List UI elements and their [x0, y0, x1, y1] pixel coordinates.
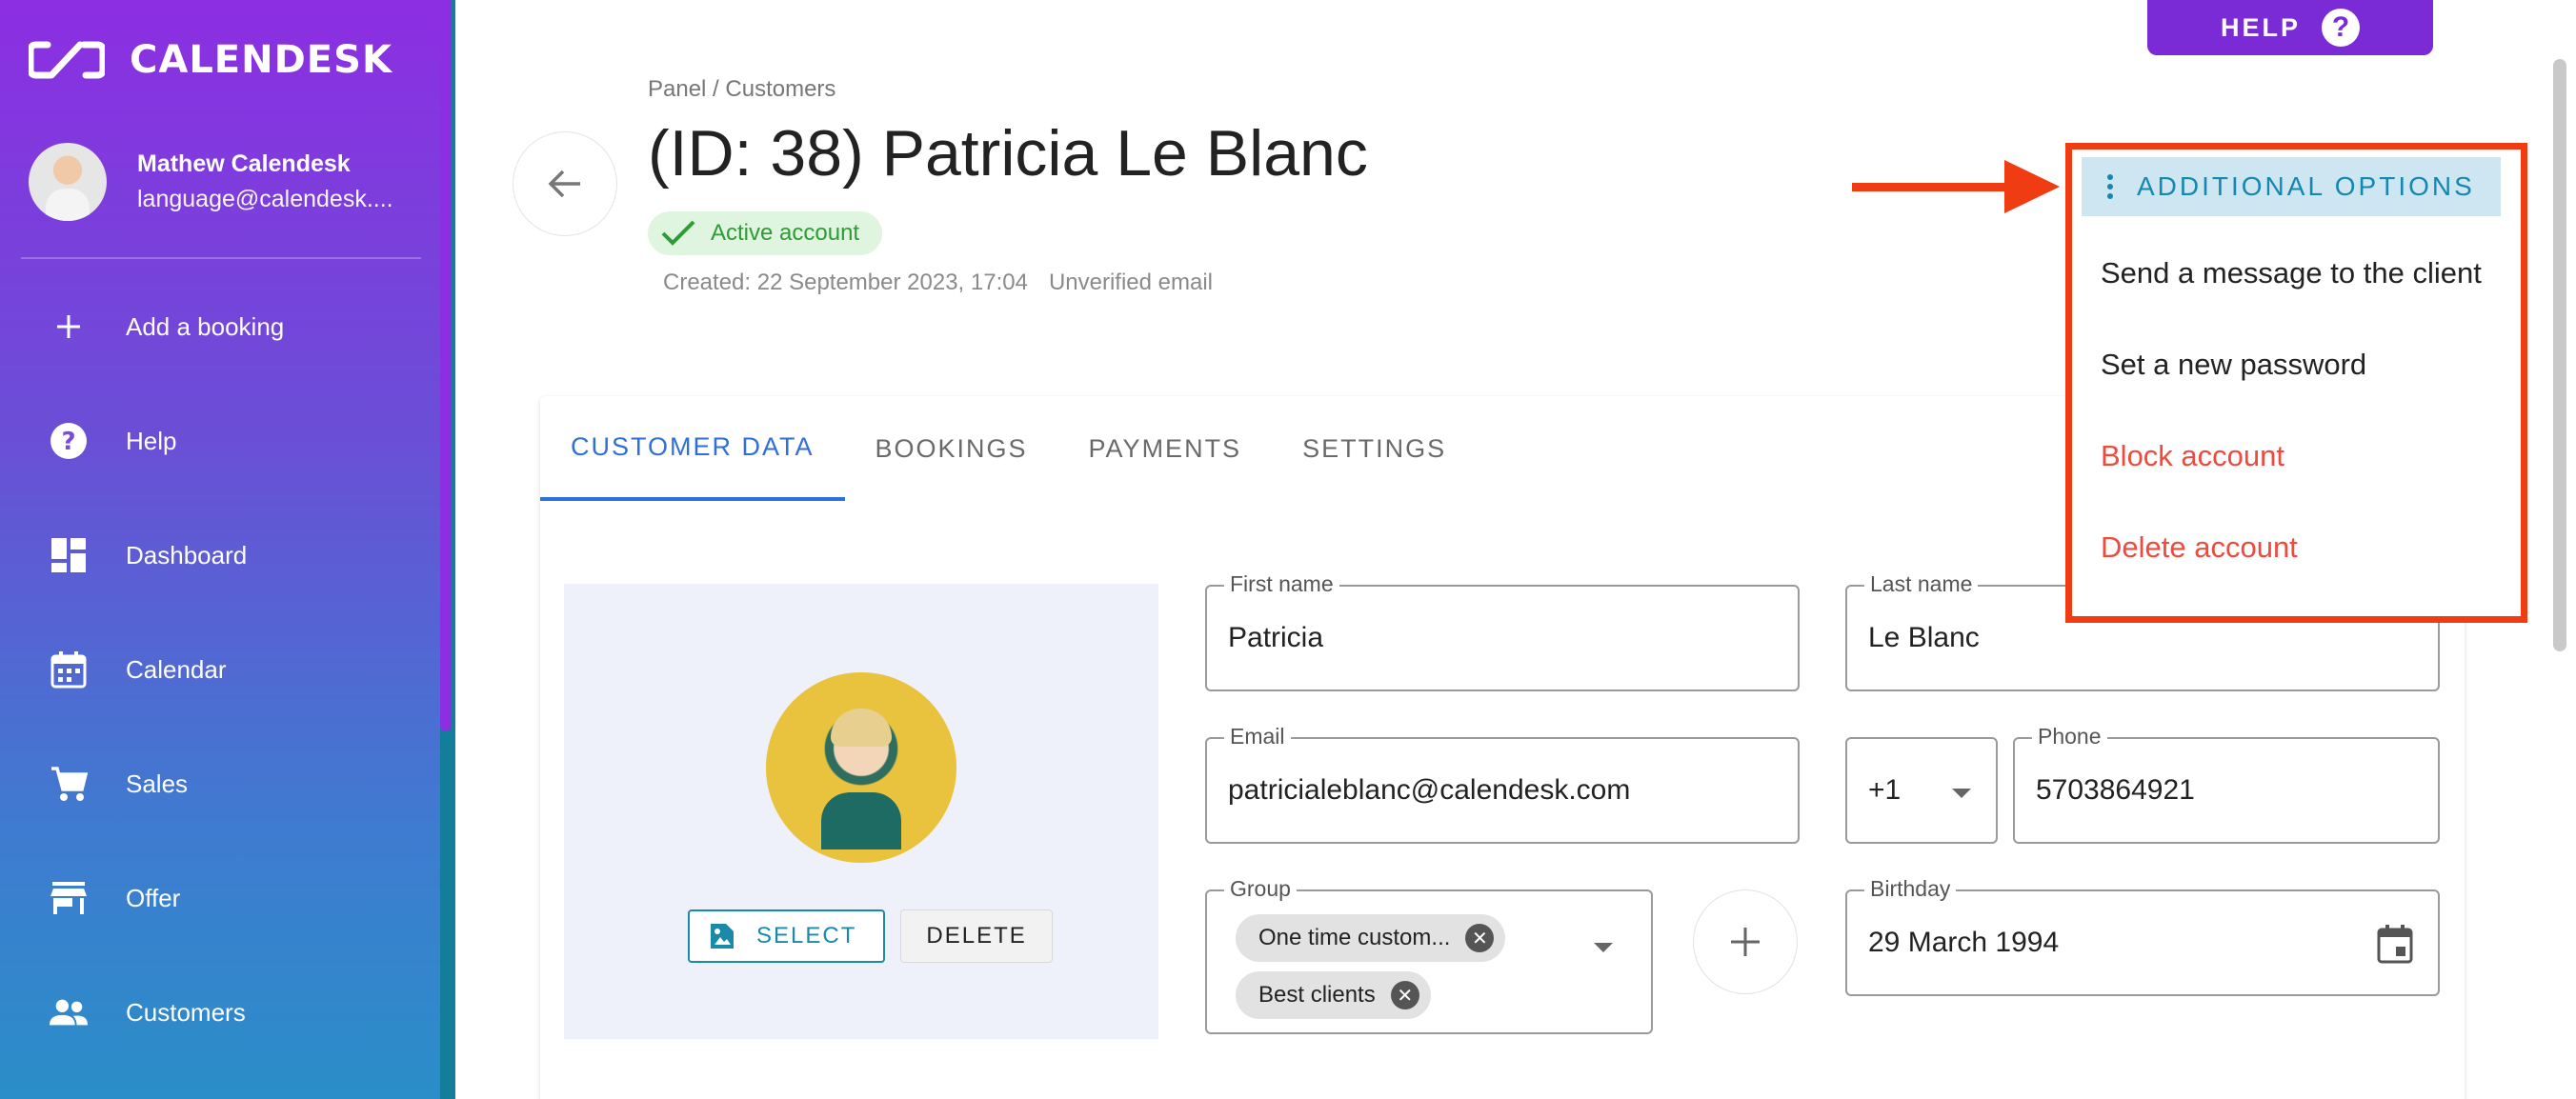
- additional-options-label: ADDITIONAL OPTIONS: [2137, 171, 2475, 201]
- customer-avatar: [766, 672, 956, 863]
- chevron-down-icon: [1952, 789, 1971, 798]
- created-date: Created: 22 September 2023, 17:04: [663, 270, 1028, 295]
- user-email: language@calendesk....: [137, 186, 393, 212]
- arrow-left-icon: [548, 170, 580, 198]
- sidebar-item-offer[interactable]: Offer: [0, 841, 440, 955]
- sidebar-item-help[interactable]: ? Help: [0, 384, 440, 498]
- phone-code-select[interactable]: +1: [1845, 737, 1998, 844]
- first-name-field[interactable]: First name Patricia: [1205, 571, 1800, 691]
- tab-settings[interactable]: SETTINGS: [1272, 396, 1477, 501]
- plus-icon: [50, 308, 88, 346]
- email-field[interactable]: Email patricialeblanc@calendesk.com: [1205, 724, 1800, 844]
- email-verification-status: Unverified email: [1048, 270, 1214, 295]
- svg-text:?: ?: [61, 428, 75, 456]
- add-group-button[interactable]: [1693, 889, 1798, 994]
- tab-bookings[interactable]: BOOKINGS: [845, 396, 1058, 501]
- breadcrumb: Panel / Customers: [648, 76, 836, 102]
- back-button[interactable]: [513, 131, 617, 236]
- sidebar-nav: Add a booking ? Help Dashboard Calendar …: [0, 270, 440, 1069]
- calendar-icon: [50, 650, 88, 689]
- menu-item-block-account[interactable]: Block account: [2072, 410, 2521, 502]
- menu-item-send-message[interactable]: Send a message to the client: [2072, 228, 2521, 319]
- sidebar-item-sales[interactable]: Sales: [0, 727, 440, 841]
- phone-code-value: +1: [1868, 774, 1902, 806]
- delete-photo-button[interactable]: DELETE: [900, 909, 1053, 963]
- people-icon: [50, 993, 88, 1031]
- image-upload-icon: [711, 924, 734, 949]
- birthday-input[interactable]: 29 March 1994: [1868, 891, 2059, 994]
- sidebar-item-label: Sales: [126, 769, 189, 798]
- sidebar-item-calendar[interactable]: Calendar: [0, 612, 440, 727]
- help-button-label: HELP: [2220, 12, 2301, 42]
- chevron-down-icon[interactable]: [1594, 943, 1613, 952]
- group-select[interactable]: Group One time custom... ✕ Best clients …: [1205, 876, 1653, 1034]
- annotation-arrow-icon: [1852, 160, 2060, 213]
- sidebar-item-add-booking[interactable]: Add a booking: [0, 270, 440, 384]
- cart-icon: [50, 765, 88, 803]
- page-title: (ID: 38) Patricia Le Blanc: [648, 117, 1368, 190]
- sidebar-item-label: Offer: [126, 883, 181, 912]
- calendar-icon[interactable]: [2377, 924, 2413, 964]
- tab-customer-data[interactable]: CUSTOMER DATA: [540, 396, 845, 501]
- sidebar-item-label: Help: [126, 426, 177, 455]
- last-name-input[interactable]: Le Blanc: [1868, 587, 1980, 689]
- status-label: Active account: [711, 220, 860, 246]
- sidebar-item-label: Customers: [126, 997, 246, 1027]
- select-photo-button[interactable]: SELECT: [688, 909, 886, 963]
- sidebar-item-label: Add a booking: [126, 311, 285, 341]
- select-label: SELECT: [756, 923, 857, 949]
- chip-label: One time custom...: [1258, 925, 1451, 950]
- chip-remove-icon[interactable]: ✕: [1390, 981, 1419, 1009]
- user-name: Mathew Calendesk: [137, 150, 351, 177]
- more-vertical-icon: [2107, 174, 2113, 199]
- brand-logo[interactable]: CALENDESK: [29, 38, 392, 82]
- calendesk-logo-icon: [29, 41, 105, 79]
- first-name-input[interactable]: Patricia: [1228, 587, 1323, 689]
- group-label: Group: [1224, 876, 1297, 902]
- chip-remove-icon[interactable]: ✕: [1465, 924, 1495, 952]
- sidebar-item-dashboard[interactable]: Dashboard: [0, 498, 440, 612]
- account-meta: Created: 22 September 2023, 17:04 Unveri…: [663, 270, 1213, 296]
- sidebar-item-customers[interactable]: Customers: [0, 955, 440, 1069]
- sidebar-item-label: Dashboard: [126, 540, 248, 569]
- group-chip[interactable]: One time custom... ✕: [1236, 914, 1506, 962]
- page-scrollbar[interactable]: [2553, 59, 2566, 651]
- options-list: Send a message to the client Set a new p…: [2072, 228, 2521, 593]
- status-badge: Active account: [648, 211, 883, 255]
- check-icon: [661, 220, 695, 246]
- brand-name: CALENDESK: [130, 38, 392, 82]
- menu-item-delete-account[interactable]: Delete account: [2072, 502, 2521, 593]
- photo-panel: SELECT DELETE: [564, 584, 1158, 1039]
- user-avatar: [29, 143, 107, 221]
- sidebar: CALENDESK Mathew Calendesk language@cale…: [0, 0, 440, 1099]
- additional-options-button[interactable]: ADDITIONAL OPTIONS: [2082, 157, 2501, 216]
- sidebar-resize-edge[interactable]: [440, 0, 455, 1099]
- email-input[interactable]: patricialeblanc@calendesk.com: [1228, 739, 1630, 842]
- group-chip[interactable]: Best clients ✕: [1236, 971, 1431, 1019]
- sidebar-scroll-thumb[interactable]: [440, 0, 452, 731]
- sidebar-item-label: Calendar: [126, 654, 227, 684]
- photo-actions: SELECT DELETE: [688, 909, 1053, 963]
- sidebar-divider: [21, 257, 421, 259]
- chip-label: Best clients: [1258, 982, 1376, 1008]
- question-icon: ?: [2322, 9, 2360, 47]
- user-profile[interactable]: Mathew Calendesk language@calendesk....: [29, 143, 393, 221]
- tab-bar: CUSTOMER DATA BOOKINGS PAYMENTS SETTINGS: [540, 396, 1477, 501]
- store-icon: [50, 879, 88, 917]
- birthday-field[interactable]: Birthday 29 March 1994: [1845, 876, 2440, 996]
- tab-payments[interactable]: PAYMENTS: [1058, 396, 1273, 501]
- help-circle-icon: ?: [50, 422, 88, 460]
- plus-icon: [1731, 928, 1760, 956]
- phone-field[interactable]: Phone 5703864921: [2013, 724, 2440, 844]
- help-button[interactable]: HELP ?: [2147, 0, 2433, 55]
- additional-options-menu: ADDITIONAL OPTIONS Send a message to the…: [2065, 143, 2527, 623]
- dashboard-icon: [50, 536, 88, 574]
- menu-item-set-password[interactable]: Set a new password: [2072, 319, 2521, 410]
- phone-input[interactable]: 5703864921: [2036, 739, 2195, 842]
